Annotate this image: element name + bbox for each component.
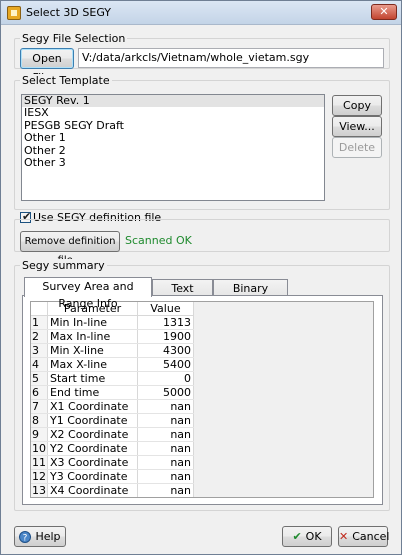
value-cell[interactable]: 0	[137, 371, 194, 386]
view-button[interactable]: View...	[332, 116, 382, 137]
value-cell[interactable]: nan	[137, 469, 194, 484]
table-row[interactable]: 1 Min In-line 1313	[31, 315, 194, 330]
app-icon	[7, 6, 21, 20]
summary-title: Segy summary	[20, 259, 107, 272]
parameter-cell[interactable]: Max In-line	[47, 329, 138, 344]
delete-button[interactable]: Delete	[332, 137, 382, 158]
row-number: 13	[31, 483, 48, 497]
row-number: 12	[31, 469, 48, 484]
template-list-item[interactable]: Other 2	[22, 144, 324, 157]
value-cell[interactable]: nan	[138, 498, 194, 499]
value-cell[interactable]: nan	[137, 455, 194, 470]
scan-status: Scanned OK	[125, 234, 192, 247]
summary-table: Parameter Value 1Min In-line13132Max In-…	[31, 302, 194, 499]
table-row[interactable]: 8 Y1 Coordinate nan	[31, 413, 194, 428]
open-file-button[interactable]: Open File...	[20, 48, 74, 84]
table-row[interactable]: 12 Y3 Coordinate nan	[31, 469, 194, 484]
row-number: 3	[31, 343, 48, 358]
parameter-cell[interactable]: Y1 Coordinate	[47, 413, 138, 428]
row-number: 5	[31, 371, 48, 386]
parameter-cell[interactable]: Y2 Coordinate	[47, 441, 138, 456]
value-cell[interactable]: 1900	[137, 329, 194, 344]
row-number: 14	[31, 498, 48, 499]
value-cell[interactable]: 5400	[137, 357, 194, 372]
file-selection-title: Segy File Selection	[20, 32, 128, 45]
row-number: 11	[31, 455, 48, 470]
value-cell[interactable]: 4300	[137, 343, 194, 358]
value-cell[interactable]: 1313	[137, 315, 194, 330]
window-title: Select 3D SEGY	[26, 6, 112, 19]
table-row[interactable]: 11 X3 Coordinate nan	[31, 455, 194, 470]
help-button[interactable]: ? Help	[14, 526, 66, 547]
row-number-header	[31, 302, 48, 316]
help-label: Help	[35, 530, 61, 543]
close-icon: ✕	[379, 5, 389, 18]
row-number: 8	[31, 413, 48, 428]
parameter-cell[interactable]: Start time	[47, 371, 138, 386]
row-number: 9	[31, 427, 48, 442]
cancel-label: Cancel	[352, 530, 390, 543]
table-row[interactable]: 6 End time 5000	[31, 385, 194, 400]
row-number: 2	[31, 329, 48, 344]
copy-button[interactable]: Copy	[332, 95, 382, 116]
parameter-cell[interactable]: Min X-line	[47, 343, 138, 358]
file-path-input[interactable]: V:/data/arkcls/Vietnam/whole_vietam.sgy	[78, 48, 384, 68]
survey-tab-panel: Parameter Value 1Min In-line13132Max In-…	[22, 295, 383, 505]
cancel-icon: ✕	[339, 530, 349, 543]
row-number: 7	[31, 399, 48, 414]
parameter-cell[interactable]: X3 Coordinate	[47, 455, 138, 470]
table-row[interactable]: 4 Max X-line 5400	[31, 357, 194, 372]
template-list-item[interactable]: SEGY Rev. 1	[22, 95, 324, 108]
template-title: Select Template	[20, 74, 112, 87]
parameter-cell[interactable]: Max X-line	[47, 357, 138, 372]
title-bar[interactable]: Select 3D SEGY ✕	[1, 1, 401, 25]
parameter-cell[interactable]: Y3 Coordinate	[47, 469, 138, 484]
table-row[interactable]: 2 Max In-line 1900	[31, 329, 194, 344]
dialog-window: Select 3D SEGY ✕ Segy File Selection Ope…	[0, 0, 402, 555]
value-cell[interactable]: nan	[137, 413, 194, 428]
column-header-value[interactable]: Value	[137, 302, 194, 316]
cancel-button[interactable]: ✕ Cancel	[338, 526, 390, 547]
table-row[interactable]: 7 X1 Coordinate nan	[31, 399, 194, 414]
ok-button[interactable]: ✔ OK	[282, 526, 332, 547]
value-cell[interactable]: nan	[137, 399, 194, 414]
ok-label: OK	[305, 530, 322, 543]
template-list-item[interactable]: Other 3	[22, 156, 324, 169]
check-icon: ✔	[292, 530, 302, 543]
value-cell[interactable]: nan	[137, 483, 194, 497]
template-list-item[interactable]: Other 1	[22, 131, 324, 144]
parameter-cell[interactable]: X2 Coordinate	[47, 427, 138, 442]
table-row[interactable]: 13 X4 Coordinate nan	[31, 483, 194, 497]
table-row[interactable]: 10 Y2 Coordinate nan	[31, 441, 194, 456]
template-list[interactable]: SEGY Rev. 1 IESX PESGB SEGY Draft Other 1 Ot…	[21, 94, 325, 201]
row-number: 10	[31, 441, 48, 456]
svg-text:?: ?	[23, 533, 28, 543]
row-number: 4	[31, 357, 48, 372]
table-row[interactable]: 9 X2 Coordinate nan	[31, 427, 194, 442]
remove-definition-button[interactable]: Remove definition file...	[20, 231, 120, 266]
parameter-cell[interactable]: X4 Coordinate	[47, 483, 138, 497]
survey-table[interactable]: Parameter Value 1Min In-line13132Max In-…	[30, 301, 374, 498]
value-cell[interactable]: nan	[137, 441, 194, 456]
close-button[interactable]: ✕	[371, 4, 397, 20]
parameter-cell[interactable]: Min In-line	[47, 315, 138, 330]
table-row[interactable]: 5 Start time 0	[31, 371, 194, 386]
row-number: 6	[31, 385, 48, 400]
parameter-cell[interactable]: X1 Coordinate	[47, 399, 138, 414]
template-list-item[interactable]: PESGB SEGY Draft	[22, 119, 324, 132]
help-icon: ?	[19, 530, 32, 543]
table-row[interactable]: 14Y4 Coordinatenan	[31, 498, 194, 499]
template-list-item[interactable]: IESX	[22, 107, 324, 119]
parameter-cell[interactable]: Y4 Coordinate	[48, 498, 138, 499]
table-row[interactable]: 3 Min X-line 4300	[31, 343, 194, 358]
value-cell[interactable]: 5000	[137, 385, 194, 400]
value-cell[interactable]: nan	[137, 427, 194, 442]
tab-survey-area[interactable]: Survey Area and Range Info	[24, 277, 152, 310]
parameter-cell[interactable]: End time	[47, 385, 138, 400]
row-number: 1	[31, 315, 48, 330]
